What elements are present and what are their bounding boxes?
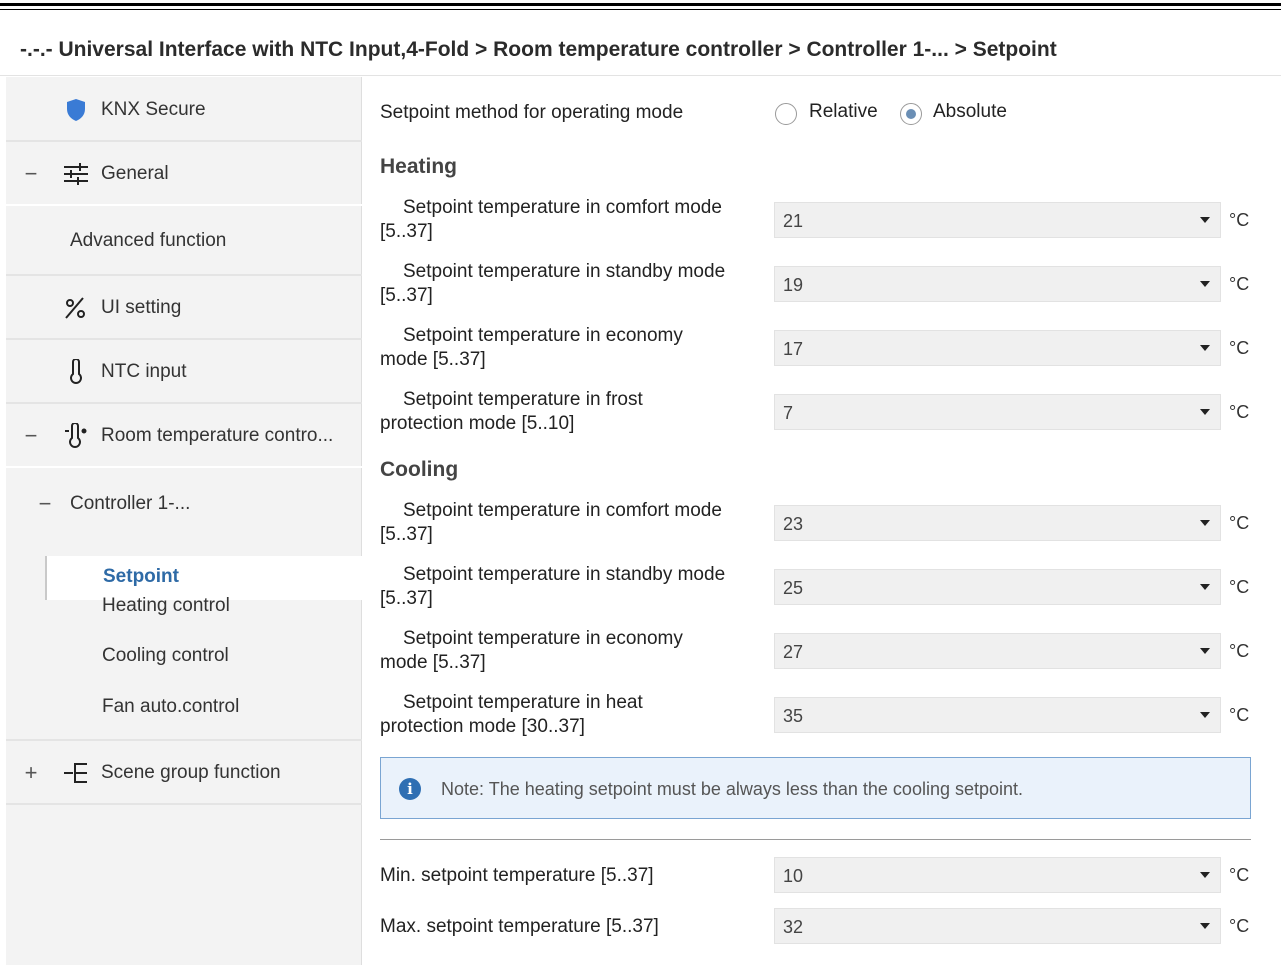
collapse-icon[interactable]: −	[22, 423, 40, 449]
sidebar-divider	[6, 274, 362, 276]
ui-setting-icon	[62, 294, 90, 322]
sidebar-divider	[6, 466, 362, 468]
chevron-down-icon	[1200, 712, 1210, 718]
method-label: Setpoint method for operating mode	[380, 102, 684, 123]
setpoint-panel: Setpoint method for operating mode Relat…	[363, 77, 1281, 965]
cooling-standby-label: Setpoint temperature in standby mode [5..…	[380, 564, 726, 609]
sidebar-item-fan-auto-control[interactable]: Fan auto.control	[102, 696, 239, 718]
unit-label: °C	[1229, 513, 1250, 533]
radio-absolute-label: Absolute	[933, 101, 1007, 122]
cooling-economy-label: Setpoint temperature in economy mode [5..…	[380, 628, 683, 673]
sidebar-item-scene-group[interactable]: + Scene group function	[6, 758, 362, 788]
radio-absolute[interactable]	[900, 103, 922, 125]
collapse-icon[interactable]: −	[36, 491, 54, 517]
sliders-icon	[62, 160, 90, 188]
heating-standby-select[interactable]: 19	[774, 266, 1221, 302]
sidebar-item-controller[interactable]: − Controller 1-...	[6, 489, 362, 519]
sidebar-item-label: UI setting	[101, 297, 182, 318]
cooling-heat-protection-label: Setpoint temperature in heat protection m…	[380, 692, 643, 737]
cooling-comfort-label: Setpoint temperature in comfort mode [5..…	[380, 500, 722, 545]
top-border-thin	[0, 9, 1281, 10]
sidebar-item-label: Scene group function	[101, 762, 281, 783]
sidebar-item-label: General	[101, 163, 169, 184]
sidebar-item-ntc-input[interactable]: NTC input	[6, 357, 362, 387]
scene-group-icon	[62, 759, 90, 787]
sidebar-item-room-temperature[interactable]: − Room temperature contro...	[6, 421, 362, 451]
min-setpoint-select[interactable]: 10	[774, 857, 1221, 893]
chevron-down-icon	[1200, 345, 1210, 351]
unit-label: °C	[1229, 865, 1250, 885]
heating-title: Heating	[380, 155, 458, 178]
sidebar-divider	[6, 803, 362, 805]
note-text: Note: The heating setpoint must be alway…	[441, 779, 1024, 799]
min-setpoint-label: Min. setpoint temperature [5..37]	[380, 865, 654, 886]
temperature-icon	[62, 422, 90, 450]
cooling-standby-select[interactable]: 25	[774, 569, 1221, 605]
heating-frost-label: Setpoint temperature in frost protection …	[380, 389, 643, 434]
heating-comfort-label: Setpoint temperature in comfort mode [5..…	[380, 197, 722, 242]
sidebar-item-label: Setpoint	[103, 566, 179, 587]
unit-label: °C	[1229, 402, 1250, 422]
heating-economy-select[interactable]: 17	[774, 330, 1221, 366]
sidebar-item-label: KNX Secure	[101, 99, 206, 120]
sidebar-item-label: NTC input	[101, 361, 187, 382]
chevron-down-icon	[1200, 281, 1210, 287]
breadcrumb: -.-.- Universal Interface with NTC Input…	[0, 24, 1281, 76]
thermometer-icon	[62, 358, 90, 386]
chevron-down-icon	[1200, 872, 1210, 878]
heating-frost-select[interactable]: 7	[774, 394, 1221, 430]
collapse-icon[interactable]: −	[22, 161, 40, 187]
sidebar-item-ui-setting[interactable]: UI setting	[6, 293, 362, 323]
sidebar-item-general[interactable]: − General	[6, 159, 362, 189]
unit-label: °C	[1229, 641, 1250, 661]
max-setpoint-label: Max. setpoint temperature [5..37]	[380, 916, 659, 937]
heating-economy-label: Setpoint temperature in economy mode [5..…	[380, 325, 683, 370]
cooling-heat-protection-select[interactable]: 35	[774, 697, 1221, 733]
chevron-down-icon	[1200, 520, 1210, 526]
chevron-down-icon	[1200, 217, 1210, 223]
sidebar-item-knx-secure[interactable]: KNX Secure	[6, 95, 362, 125]
chevron-down-icon	[1200, 584, 1210, 590]
unit-label: °C	[1229, 210, 1250, 230]
sidebar: KNX Secure − General Advanced function U…	[6, 77, 362, 965]
sidebar-divider	[6, 204, 362, 206]
expand-icon[interactable]: +	[22, 760, 40, 786]
top-border	[0, 3, 1281, 6]
heating-standby-label: Setpoint temperature in standby mode [5..…	[380, 261, 726, 306]
heating-comfort-select[interactable]: 21	[774, 202, 1221, 238]
cooling-title: Cooling	[380, 458, 459, 481]
radio-relative-label: Relative	[809, 101, 878, 122]
unit-label: °C	[1229, 705, 1250, 725]
unit-label: °C	[1229, 274, 1250, 294]
chevron-down-icon	[1200, 923, 1210, 929]
sidebar-item-label: Room temperature contro...	[101, 425, 334, 446]
shield-icon	[62, 96, 90, 124]
chevron-down-icon	[1200, 648, 1210, 654]
cooling-economy-select[interactable]: 27	[774, 633, 1221, 669]
note-box: i Note: The heating setpoint must be alw…	[380, 757, 1251, 819]
radio-relative[interactable]	[775, 103, 797, 125]
sidebar-divider	[6, 739, 362, 741]
sidebar-item-label: Controller 1-...	[70, 493, 191, 514]
cooling-comfort-select[interactable]: 23	[774, 505, 1221, 541]
sidebar-divider	[6, 338, 362, 340]
sidebar-item-advanced-function[interactable]: Advanced function	[70, 230, 226, 252]
unit-label: °C	[1229, 577, 1250, 597]
chevron-down-icon	[1200, 409, 1210, 415]
sidebar-divider	[6, 402, 362, 404]
unit-label: °C	[1229, 916, 1250, 936]
unit-label: °C	[1229, 338, 1250, 358]
divider	[380, 839, 1251, 840]
sidebar-item-setpoint[interactable]: Setpoint	[45, 556, 362, 600]
max-setpoint-select[interactable]: 32	[774, 908, 1221, 944]
sidebar-item-heating-control[interactable]: Heating control	[102, 595, 230, 617]
sidebar-divider	[6, 140, 362, 142]
info-icon: i	[399, 778, 421, 800]
sidebar-item-cooling-control[interactable]: Cooling control	[102, 645, 229, 667]
